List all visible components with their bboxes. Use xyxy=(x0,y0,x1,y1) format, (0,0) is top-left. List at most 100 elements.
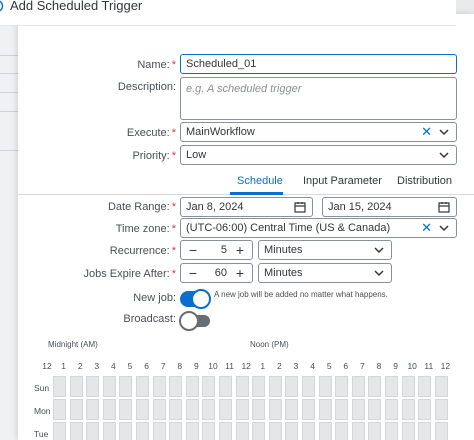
recurrence-unit-select[interactable]: Minutes xyxy=(258,240,392,260)
schedule-cell[interactable] xyxy=(152,422,166,440)
schedule-cell[interactable] xyxy=(434,422,448,440)
decrement-icon[interactable]: − xyxy=(186,243,200,257)
schedule-cell[interactable] xyxy=(169,399,183,420)
schedule-cell[interactable] xyxy=(152,376,166,397)
schedule-cell[interactable] xyxy=(86,422,100,440)
tab-schedule[interactable]: Schedule xyxy=(237,175,283,187)
jobs-expire-unit-select[interactable]: Minutes xyxy=(258,263,392,283)
schedule-cell[interactable] xyxy=(252,399,266,420)
schedule-cell[interactable] xyxy=(318,399,332,420)
chevron-down-icon[interactable] xyxy=(373,267,385,279)
schedule-cell[interactable] xyxy=(53,399,66,420)
schedule-cell[interactable] xyxy=(401,399,415,420)
end-date-picker[interactable]: Jan 15, 2024 xyxy=(322,197,457,217)
schedule-cell[interactable] xyxy=(169,376,183,397)
schedule-cell[interactable] xyxy=(185,376,199,397)
chevron-down-icon[interactable] xyxy=(438,222,450,234)
schedule-cell[interactable] xyxy=(102,422,116,440)
increment-icon[interactable]: + xyxy=(233,266,247,280)
schedule-cell[interactable] xyxy=(202,422,216,440)
jobs-expire-stepper[interactable]: − 60 + xyxy=(180,263,253,283)
schedule-cell[interactable] xyxy=(268,376,282,397)
schedule-cell[interactable] xyxy=(102,376,116,397)
schedule-cell[interactable] xyxy=(119,376,133,397)
schedule-cell[interactable] xyxy=(401,376,415,397)
schedule-cell[interactable] xyxy=(335,399,349,420)
schedule-cell[interactable] xyxy=(351,399,365,420)
schedule-cell[interactable] xyxy=(252,422,266,440)
chevron-down-icon[interactable] xyxy=(438,126,450,138)
schedule-cell[interactable] xyxy=(434,376,448,397)
schedule-cell[interactable] xyxy=(252,376,266,397)
schedule-cell[interactable] xyxy=(219,422,232,440)
schedule-cell[interactable] xyxy=(285,399,299,420)
schedule-cell[interactable] xyxy=(235,422,249,440)
schedule-cell[interactable] xyxy=(385,399,398,420)
schedule-cell[interactable] xyxy=(302,422,315,440)
schedule-cell[interactable] xyxy=(285,422,299,440)
schedule-cell[interactable] xyxy=(69,422,83,440)
schedule-cell[interactable] xyxy=(136,422,149,440)
schedule-cell[interactable] xyxy=(335,376,349,397)
chevron-down-icon[interactable] xyxy=(373,244,385,256)
schedule-cell[interactable] xyxy=(119,422,133,440)
time-zone-select[interactable]: (UTC-06:00) Central Time (US & Canada) ✕ xyxy=(180,218,457,238)
schedule-cell[interactable] xyxy=(285,376,299,397)
schedule-cell[interactable] xyxy=(202,376,216,397)
execute-select[interactable]: MainWorkflow ✕ xyxy=(180,122,457,142)
calendar-icon[interactable] xyxy=(294,201,306,213)
schedule-cell[interactable] xyxy=(69,376,83,397)
schedule-cell[interactable] xyxy=(418,399,432,420)
schedule-cell[interactable] xyxy=(385,422,398,440)
start-date-picker[interactable]: Jan 8, 2024 xyxy=(180,197,313,217)
new-job-switch[interactable] xyxy=(180,289,211,309)
schedule-cell[interactable] xyxy=(185,399,199,420)
chevron-down-icon[interactable] xyxy=(438,149,450,161)
broadcast-switch[interactable] xyxy=(179,311,210,331)
schedule-cell[interactable] xyxy=(302,376,315,397)
schedule-cell[interactable] xyxy=(351,422,365,440)
schedule-cell[interactable] xyxy=(235,376,249,397)
schedule-cell[interactable] xyxy=(202,399,216,420)
schedule-cell[interactable] xyxy=(318,376,332,397)
schedule-cell[interactable] xyxy=(368,376,382,397)
schedule-cell[interactable] xyxy=(136,376,149,397)
schedule-cell[interactable] xyxy=(185,422,199,440)
schedule-cell[interactable] xyxy=(136,399,149,420)
tab-input-parameter[interactable]: Input Parameter xyxy=(303,175,382,187)
schedule-cell[interactable] xyxy=(102,399,116,420)
priority-select[interactable]: Low xyxy=(180,145,457,165)
schedule-cell[interactable] xyxy=(235,399,249,420)
increment-icon[interactable]: + xyxy=(233,243,247,257)
decrement-icon[interactable]: − xyxy=(186,266,200,280)
schedule-cell[interactable] xyxy=(86,376,100,397)
recurrence-stepper[interactable]: − 5 + xyxy=(180,240,253,260)
description-input[interactable]: e.g. A scheduled trigger xyxy=(180,77,457,120)
schedule-cell[interactable] xyxy=(219,399,232,420)
schedule-cell[interactable] xyxy=(335,422,349,440)
schedule-cell[interactable] xyxy=(219,376,232,397)
schedule-cell[interactable] xyxy=(401,422,415,440)
schedule-cell[interactable] xyxy=(69,399,83,420)
schedule-cell[interactable] xyxy=(368,399,382,420)
schedule-cell[interactable] xyxy=(53,376,66,397)
schedule-cell[interactable] xyxy=(268,399,282,420)
name-input[interactable]: Scheduled_01 xyxy=(180,54,457,74)
clear-time-zone-icon[interactable]: ✕ xyxy=(421,221,432,235)
clear-execute-icon[interactable]: ✕ xyxy=(421,125,432,139)
schedule-cell[interactable] xyxy=(152,399,166,420)
schedule-cell[interactable] xyxy=(368,422,382,440)
schedule-cell[interactable] xyxy=(318,422,332,440)
schedule-cell[interactable] xyxy=(302,399,315,420)
schedule-cell[interactable] xyxy=(418,376,432,397)
schedule-cell[interactable] xyxy=(268,422,282,440)
tab-distribution[interactable]: Distribution xyxy=(397,175,452,187)
schedule-cell[interactable] xyxy=(169,422,183,440)
schedule-cell[interactable] xyxy=(434,399,448,420)
schedule-cell[interactable] xyxy=(86,399,100,420)
schedule-cell[interactable] xyxy=(385,376,398,397)
schedule-cell[interactable] xyxy=(53,422,66,440)
schedule-cell[interactable] xyxy=(418,422,432,440)
schedule-cell[interactable] xyxy=(351,376,365,397)
calendar-icon[interactable] xyxy=(438,201,450,213)
